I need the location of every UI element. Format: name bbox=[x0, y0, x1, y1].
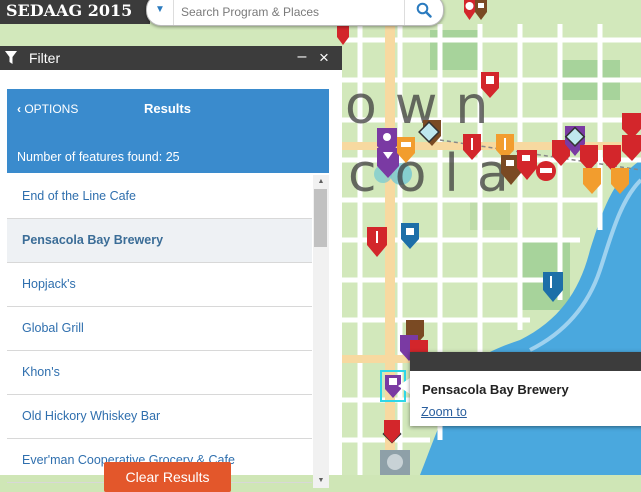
list-item[interactable]: Global Grill bbox=[7, 307, 312, 351]
results-title: Results bbox=[144, 101, 191, 116]
search-button[interactable] bbox=[404, 0, 443, 25]
results-header: ‹ OPTIONS Results Number of features fou… bbox=[7, 89, 329, 173]
map-popup: Pensacola Bay Brewery Zoom to bbox=[410, 352, 641, 426]
caret-down-icon[interactable]: ▼ bbox=[147, 0, 174, 25]
scrollbar-thumb[interactable] bbox=[314, 189, 327, 247]
filter-header: Filter – × bbox=[0, 46, 342, 70]
funnel-icon bbox=[5, 51, 17, 64]
map-label-town: own bbox=[345, 76, 507, 136]
search-input[interactable] bbox=[179, 1, 403, 23]
list-item[interactable]: Hopjack's bbox=[7, 263, 312, 307]
clear-results-button[interactable]: Clear Results bbox=[104, 462, 231, 492]
results-list: End of the Line Cafe Pensacola Bay Brewe… bbox=[7, 175, 312, 488]
popup-title-bar bbox=[410, 352, 641, 371]
filter-title: Filter bbox=[29, 50, 61, 66]
minimize-button[interactable]: – bbox=[294, 48, 310, 68]
popup-title: Pensacola Bay Brewery bbox=[422, 382, 569, 397]
options-button[interactable]: ‹ OPTIONS bbox=[17, 101, 78, 117]
search-box: ▼ bbox=[146, 0, 444, 26]
scroll-up-arrow-icon[interactable]: ▲ bbox=[313, 175, 329, 189]
app-header: SEDAAG 2015 ▼ bbox=[0, 0, 641, 26]
filter-panel: Filter – × ‹ OPTIONS Results Number of f… bbox=[0, 46, 342, 492]
app-title: SEDAAG 2015 bbox=[0, 0, 150, 24]
list-item-selected[interactable]: Pensacola Bay Brewery bbox=[7, 219, 312, 263]
features-count: Number of features found: 25 bbox=[17, 150, 180, 164]
scroll-down-arrow-icon[interactable]: ▼ bbox=[313, 474, 329, 488]
list-item[interactable]: Old Hickory Whiskey Bar bbox=[7, 395, 312, 439]
list-item[interactable]: End of the Line Cafe bbox=[7, 175, 312, 219]
results-scrollbar[interactable]: ▲ ▼ bbox=[313, 175, 329, 488]
magnifier-icon bbox=[416, 2, 432, 18]
zoom-to-link[interactable]: Zoom to bbox=[421, 405, 467, 419]
options-label: OPTIONS bbox=[24, 102, 79, 116]
map-label-pensacola: cola bbox=[348, 144, 527, 204]
close-button[interactable]: × bbox=[315, 48, 333, 68]
list-item[interactable]: Khon's bbox=[7, 351, 312, 395]
popup-pointer bbox=[398, 378, 410, 394]
chevron-left-icon: ‹ bbox=[17, 102, 21, 116]
